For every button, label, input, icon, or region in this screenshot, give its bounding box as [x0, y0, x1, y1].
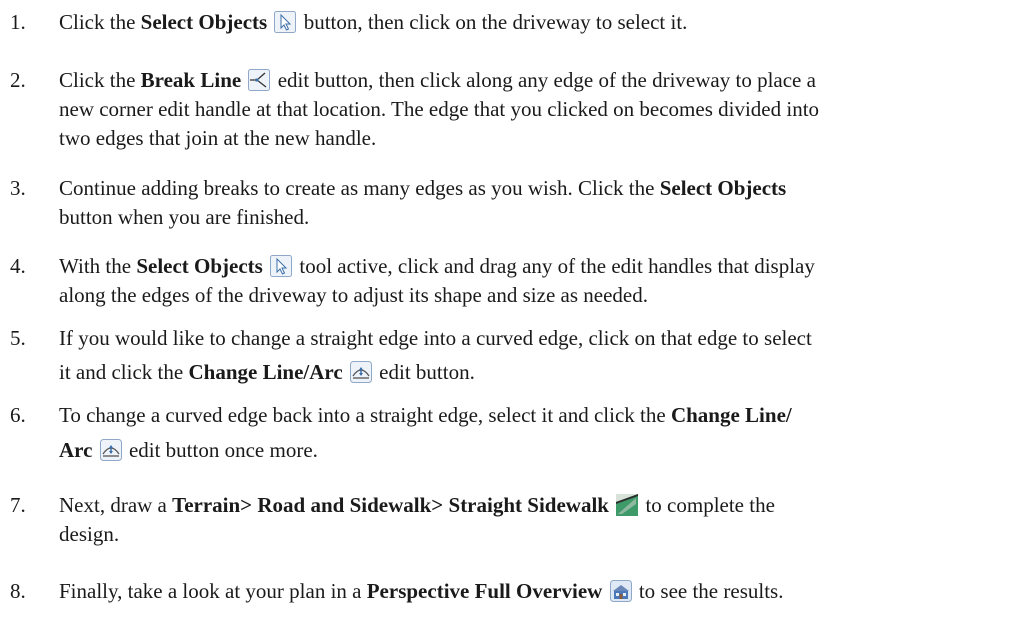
step-number: 3.	[10, 176, 26, 200]
step-text-line: Finally, take a look at your plan in a P…	[59, 579, 784, 603]
step-text-line: Arc edit button once more.	[59, 438, 318, 462]
step-text-line: it and click the Change Line/Arc edit bu…	[59, 360, 475, 384]
step-text-line: Click the Break Line edit button, then c…	[59, 68, 816, 92]
step-text-line: new corner edit handle at that location.…	[59, 97, 820, 121]
step-text-line: With the Select Objects tool active, cli…	[59, 254, 815, 278]
select-objects-icon	[274, 11, 297, 33]
break-line-icon	[248, 69, 271, 91]
ui-term: Change Line/Arc	[188, 360, 343, 384]
step-text-line: Continue adding breaks to create as many…	[59, 176, 787, 200]
ui-term: Select Objects	[136, 254, 263, 278]
step-text-line: along the edges of the driveway to adjus…	[59, 283, 648, 307]
step-number: 8.	[10, 579, 26, 603]
ui-term: Break Line	[140, 68, 242, 92]
select-objects-icon	[270, 255, 293, 277]
step-text-line: button when you are finished.	[59, 205, 310, 229]
change-line-arc-icon	[349, 361, 372, 383]
ui-term: Arc	[59, 438, 93, 462]
ui-term: Terrain> Road and Sidewalk> Straight Sid…	[172, 493, 609, 517]
step-number: 7.	[10, 493, 26, 517]
straight-sidewalk-icon	[616, 494, 639, 516]
step-number: 5.	[10, 326, 26, 350]
step-number: 4.	[10, 254, 26, 278]
ui-term: Change Line/	[670, 403, 792, 427]
step-text-line: If you would like to change a straight e…	[59, 326, 812, 350]
step-text-line: To change a curved edge back into a stra…	[59, 403, 792, 427]
step-text-line: design.	[59, 522, 120, 546]
step-number: 1.	[10, 10, 26, 34]
step-text-line: Next, draw a Terrain> Road and Sidewalk>…	[59, 493, 775, 517]
step-number: 2.	[10, 68, 26, 92]
ui-term: Perspective Full Overview	[366, 579, 603, 603]
change-line-arc-icon	[99, 439, 122, 461]
ui-term: Select Objects	[140, 10, 268, 34]
step-text: Click the Select Objects button, then cl…	[59, 10, 688, 34]
ui-term: Select Objects	[659, 176, 787, 200]
perspective-full-overview-icon	[609, 580, 632, 602]
step-text-line: two edges that join at the new handle.	[59, 126, 377, 150]
step-number: 6.	[10, 403, 26, 427]
